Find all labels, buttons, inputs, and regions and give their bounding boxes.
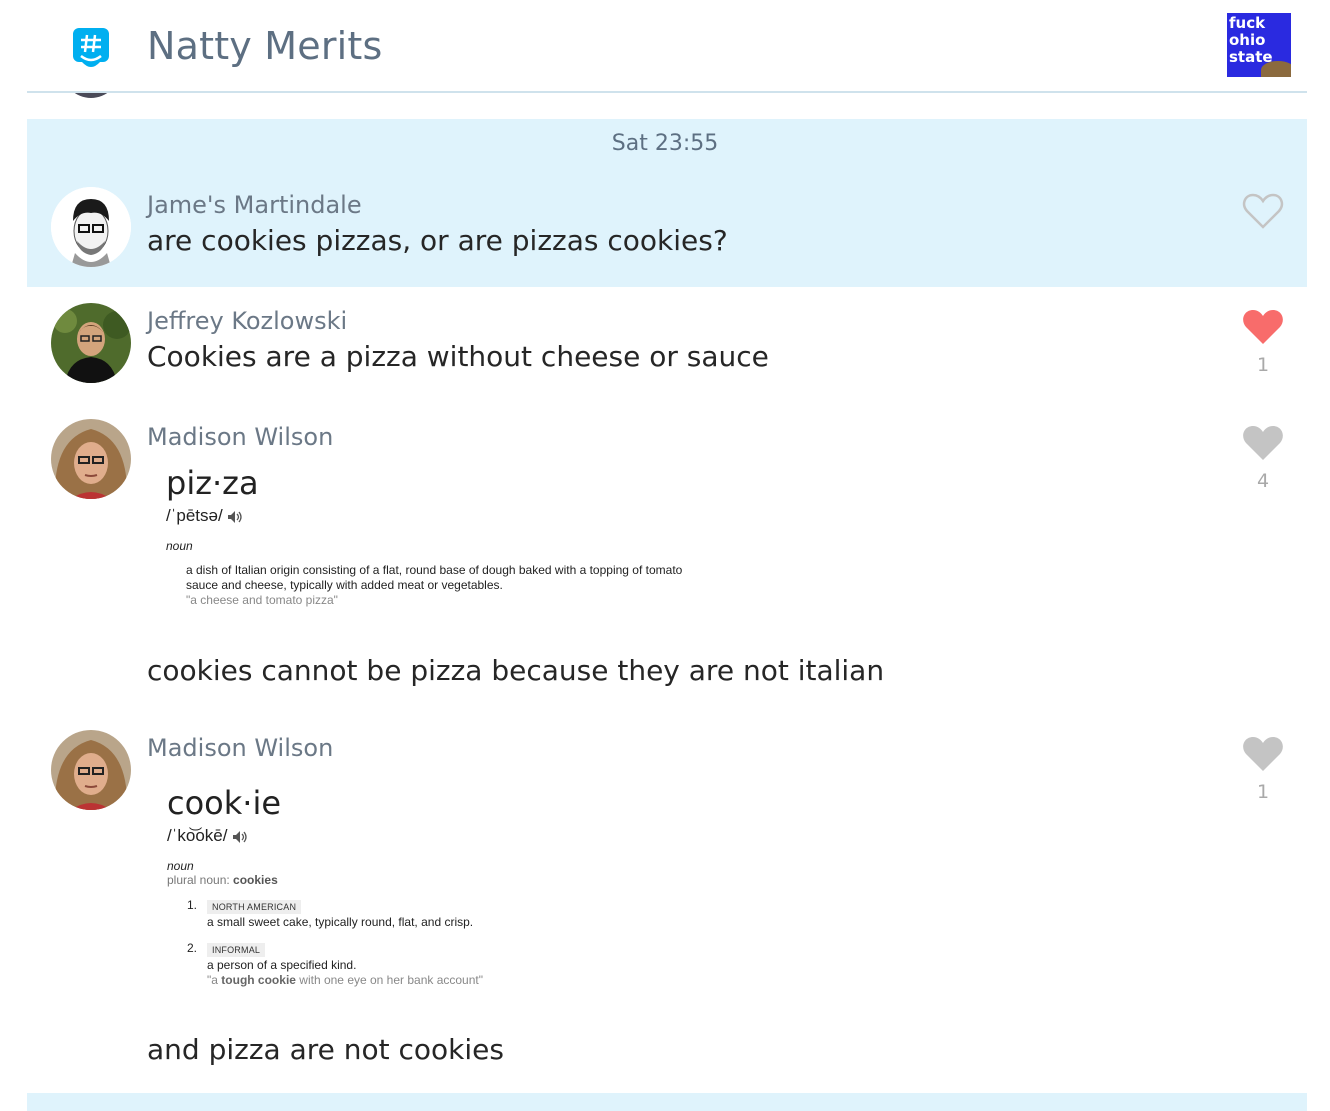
dict-example: "a cheese and tomato pizza": [186, 593, 338, 607]
sense-tag: INFORMAL: [207, 943, 266, 957]
avatar[interactable]: [51, 303, 131, 383]
like-count: 4: [1256, 470, 1270, 492]
message-text: cookies cannot be pizza because they are…: [147, 654, 885, 687]
speaker-icon: [228, 510, 243, 523]
groupme-logo-icon[interactable]: [73, 28, 109, 70]
group-avatar-dog: [1261, 61, 1291, 77]
example-pre: "a: [207, 973, 222, 987]
message-text: Cookies are a pizza without cheese or sa…: [147, 340, 769, 373]
message-sender: Jame's Martindale: [147, 191, 362, 219]
avatar-photo-icon: [51, 419, 131, 499]
heart-filled-icon: [1243, 737, 1283, 771]
dict-word: cook·ie: [167, 784, 282, 822]
dict-pronunciation: /ˈko͝okē/: [167, 826, 667, 846]
like-button[interactable]: [1240, 192, 1286, 230]
group-avatar-text: fuck ohio state: [1229, 14, 1273, 66]
avatar[interactable]: [51, 419, 131, 499]
dict-definition: a small sweet cake, typically round, fla…: [207, 915, 474, 929]
like-button[interactable]: 1: [1240, 735, 1286, 803]
dict-part-of-speech: noun: [167, 859, 194, 873]
dict-pronunciation: /ˈpētsə/: [166, 506, 766, 526]
sense-number: 1.: [187, 898, 198, 912]
example-post: with one eye on her bank account": [295, 973, 484, 987]
dict-plural: plural noun: cookies: [167, 873, 667, 887]
pronunciation-text: /ˈpētsə/: [166, 506, 223, 525]
message-sender: Madison Wilson: [147, 734, 334, 762]
heart-filled-icon: [1243, 310, 1283, 344]
heart-filled-icon: [1243, 426, 1283, 460]
like-button[interactable]: 1: [1240, 308, 1286, 376]
dict-word: piz·za: [166, 464, 259, 502]
pizza-definition-image[interactable]: piz·za /ˈpētsə/ noun a dish of Italian o…: [166, 464, 766, 614]
avatar-photo-icon: [51, 303, 131, 383]
dict-sense: 2. INFORMAL a person of a specified kind…: [167, 940, 667, 987]
sense-tag: NORTH AMERICAN: [207, 900, 302, 914]
dict-example: "a tough cookie with one eye on her bank…: [207, 973, 667, 987]
group-avatar[interactable]: fuck ohio state: [1227, 13, 1291, 77]
message-text: are cookies pizzas, or are pizzas cookie…: [147, 224, 728, 257]
like-count: 1: [1256, 781, 1270, 803]
pronunciation-text: /ˈko͝okē/: [167, 826, 228, 845]
timestamp: Sat 23:55: [611, 131, 719, 156]
speaker-icon: [233, 830, 247, 843]
avatar[interactable]: [51, 187, 131, 267]
message-sender: Madison Wilson: [147, 423, 334, 451]
dict-part-of-speech: noun: [166, 539, 193, 553]
like-button[interactable]: 4: [1240, 424, 1286, 492]
dict-definition: sauce and cheese, typically with added m…: [186, 578, 503, 592]
like-count: 1: [1256, 354, 1270, 376]
heart-outline-icon: [1242, 193, 1284, 229]
message-text: and pizza are not cookies: [147, 1033, 504, 1066]
top-bar: Natty Merits fuck ohio state: [27, 0, 1307, 93]
example-bold: tough cookie: [221, 973, 296, 987]
cookie-definition-image[interactable]: cook·ie /ˈko͝okē/ noun plural noun: cook…: [167, 784, 667, 994]
plural-word: cookies: [233, 873, 278, 887]
avatar-photo-icon: [51, 730, 131, 810]
dict-definition: a person of a specified kind.: [207, 958, 357, 972]
plural-label: plural noun:: [167, 873, 234, 887]
sense-number: 2.: [187, 941, 198, 955]
dict-sense: 1. NORTH AMERICAN a small sweet cake, ty…: [167, 897, 667, 930]
message-sender: Jeffrey Kozlowski: [147, 307, 348, 335]
next-message-band: [27, 1093, 1307, 1111]
avatar[interactable]: [51, 730, 131, 810]
avatar-portrait-icon: [51, 187, 131, 267]
dict-definition: a dish of Italian origin consisting of a…: [186, 563, 683, 577]
group-title: Natty Merits: [147, 24, 383, 68]
